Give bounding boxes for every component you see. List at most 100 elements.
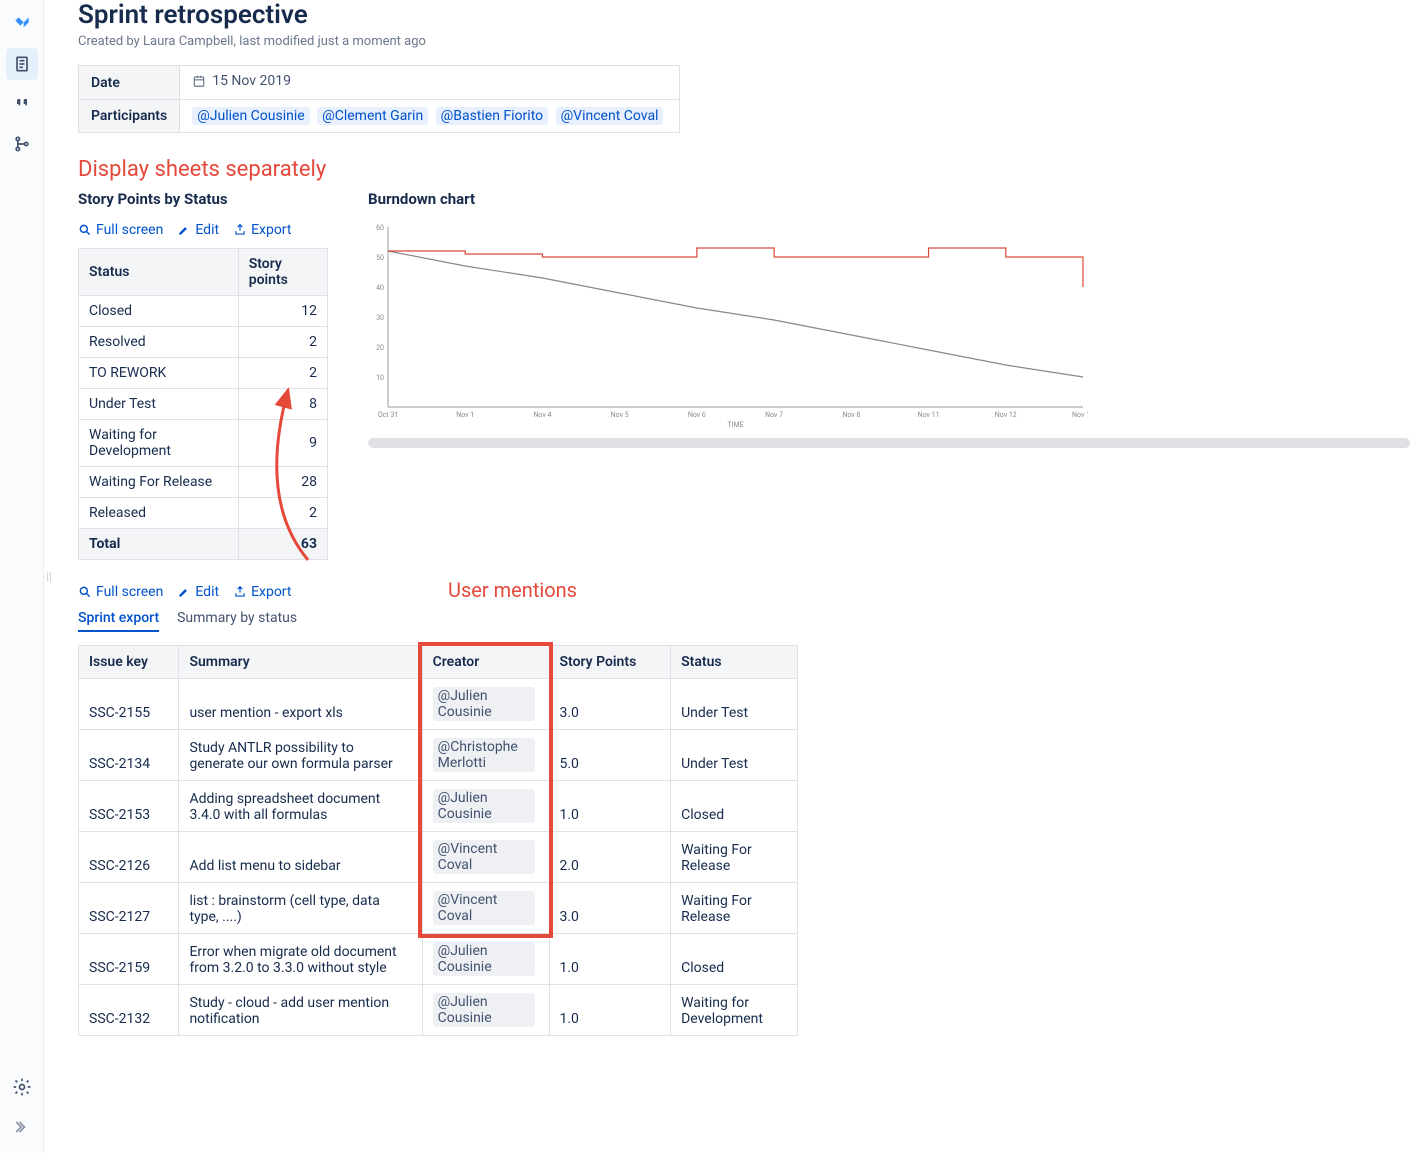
resize-handle[interactable]: || (44, 0, 54, 1153)
creator-cell: @Julien Cousinie (422, 679, 549, 730)
creator-cell: @Julien Cousinie (422, 985, 549, 1036)
points-cell: 2 (238, 327, 327, 358)
points-cell: 2.0 (549, 832, 671, 883)
chart-scrollbar[interactable] (368, 438, 1410, 448)
summary-cell: Study - cloud - add user mention notific… (179, 985, 422, 1036)
mention[interactable]: @Clement Garin (317, 107, 428, 125)
total-value: 63 (238, 529, 327, 560)
mention[interactable]: @Julien Cousinie (192, 107, 309, 125)
mention[interactable]: @Bastien Fiorito (436, 107, 548, 125)
svg-text:Nov 7: Nov 7 (765, 411, 783, 419)
svg-text:TIME: TIME (727, 421, 743, 429)
mention[interactable]: @Vincent Coval (433, 891, 535, 925)
points-cell: 8 (238, 389, 327, 420)
points-cell: 3.0 (549, 679, 671, 730)
gear-icon[interactable] (6, 1071, 38, 1103)
date-value: 15 Nov 2019 (212, 73, 291, 89)
export-link[interactable]: Export (233, 222, 291, 238)
page-icon[interactable] (6, 48, 38, 80)
full-screen-link[interactable]: Full screen (78, 222, 163, 238)
points-cell: 2 (238, 358, 327, 389)
summary-cell: user mention - export xls (179, 679, 422, 730)
export-icon (233, 585, 247, 599)
pencil-icon (177, 223, 191, 237)
table-row: SSC-2127 list : brainstorm (cell type, d… (79, 883, 798, 934)
burndown-chart: 102030405060Oct 31Nov 1Nov 4Nov 5Nov 6No… (368, 222, 1088, 432)
logo-icon[interactable] (6, 8, 38, 40)
mention[interactable]: @Vincent Coval (433, 840, 535, 874)
creator-cell: @Christophe Merlotti (422, 730, 549, 781)
status-header: Status (671, 646, 798, 679)
expand-icon[interactable] (6, 1111, 38, 1143)
participants-label: Participants (79, 100, 180, 133)
svg-text:Nov 8: Nov 8 (842, 411, 860, 419)
svg-text:20: 20 (376, 344, 384, 352)
table-row: Resolved2 (79, 327, 328, 358)
mention[interactable]: @Christophe Merlotti (433, 738, 535, 772)
story-points-column: Story Points by Status Full screen Edit … (78, 190, 328, 560)
edit-link[interactable]: Edit (177, 584, 219, 600)
tab-sprint-export[interactable]: Sprint export (78, 610, 159, 632)
points-cell: 2 (238, 498, 327, 529)
status-cell: TO REWORK (79, 358, 239, 389)
burndown-column: Burndown chart 102030405060Oct 31Nov 1No… (368, 190, 1410, 448)
story-points-header: Story Points (549, 646, 671, 679)
issue-key-cell: SSC-2127 (79, 883, 179, 934)
svg-text:Nov 5: Nov 5 (611, 411, 629, 419)
status-cell: Waiting For Release (671, 832, 798, 883)
byline: Created by Laura Campbell, last modified… (78, 34, 1410, 49)
points-cell: 1.0 (549, 985, 671, 1036)
date-cell: 15 Nov 2019 (180, 66, 680, 100)
quote-icon[interactable] (6, 88, 38, 120)
export-link[interactable]: Export (233, 584, 291, 600)
mention[interactable]: @Julien Cousinie (433, 789, 535, 823)
svg-text:Nov 4: Nov 4 (533, 411, 551, 419)
svg-text:50: 50 (376, 254, 384, 262)
story-points-title: Story Points by Status (78, 190, 328, 208)
issue-key-cell: SSC-2155 (79, 679, 179, 730)
svg-text:Nov 12: Nov 12 (995, 411, 1017, 419)
info-table: Date 15 Nov 2019 Participants @Julien Co… (78, 65, 680, 133)
points-cell: 5.0 (549, 730, 671, 781)
creator-cell: @Julien Cousinie (422, 781, 549, 832)
status-cell: Under Test (79, 389, 239, 420)
edit-link[interactable]: Edit (177, 222, 219, 238)
issue-key-cell: SSC-2153 (79, 781, 179, 832)
points-cell: 3.0 (549, 883, 671, 934)
points-header: Story points (238, 249, 327, 296)
status-cell: Waiting For Release (79, 467, 239, 498)
mention[interactable]: @Vincent Coval (556, 107, 664, 125)
status-cell: Closed (671, 934, 798, 985)
table-row: Released2 (79, 498, 328, 529)
action-links-2: Full screen Edit Export (78, 584, 408, 600)
mention[interactable]: @Julien Cousinie (433, 942, 535, 976)
mention[interactable]: @Julien Cousinie (433, 993, 535, 1027)
mention[interactable]: @Julien Cousinie (433, 687, 535, 721)
issue-key-cell: SSC-2132 (79, 985, 179, 1036)
table-row: Waiting for Development9 (79, 420, 328, 467)
search-icon (78, 223, 92, 237)
svg-text:Nov 6: Nov 6 (688, 411, 706, 419)
status-header: Status (79, 249, 239, 296)
status-cell: Released (79, 498, 239, 529)
issue-key-cell: SSC-2134 (79, 730, 179, 781)
summary-cell: Adding spreadsheet document 3.4.0 with a… (179, 781, 422, 832)
main-content: Sprint retrospective Created by Laura Ca… (54, 0, 1410, 1153)
issue-key-cell: SSC-2159 (79, 934, 179, 985)
points-cell: 28 (238, 467, 327, 498)
table-row: SSC-2155 user mention - export xls @Juli… (79, 679, 798, 730)
creator-cell: @Vincent Coval (422, 832, 549, 883)
status-cell: Under Test (671, 679, 798, 730)
tab-summary-by-status[interactable]: Summary by status (177, 610, 297, 632)
status-cell: Waiting for Development (79, 420, 239, 467)
issue-key-cell: SSC-2126 (79, 832, 179, 883)
chart-wrap: 102030405060Oct 31Nov 1Nov 4Nov 5Nov 6No… (368, 222, 1410, 448)
participants-cell: @Julien Cousinie @Clement Garin @Bastien… (180, 100, 680, 133)
table-row: Under Test8 (79, 389, 328, 420)
full-screen-link[interactable]: Full screen (78, 584, 163, 600)
svg-text:10: 10 (376, 374, 384, 382)
status-cell: Waiting For Release (671, 883, 798, 934)
status-cell: Closed (671, 781, 798, 832)
table-row: SSC-2126 Add list menu to sidebar @Vince… (79, 832, 798, 883)
tree-icon[interactable] (6, 128, 38, 160)
